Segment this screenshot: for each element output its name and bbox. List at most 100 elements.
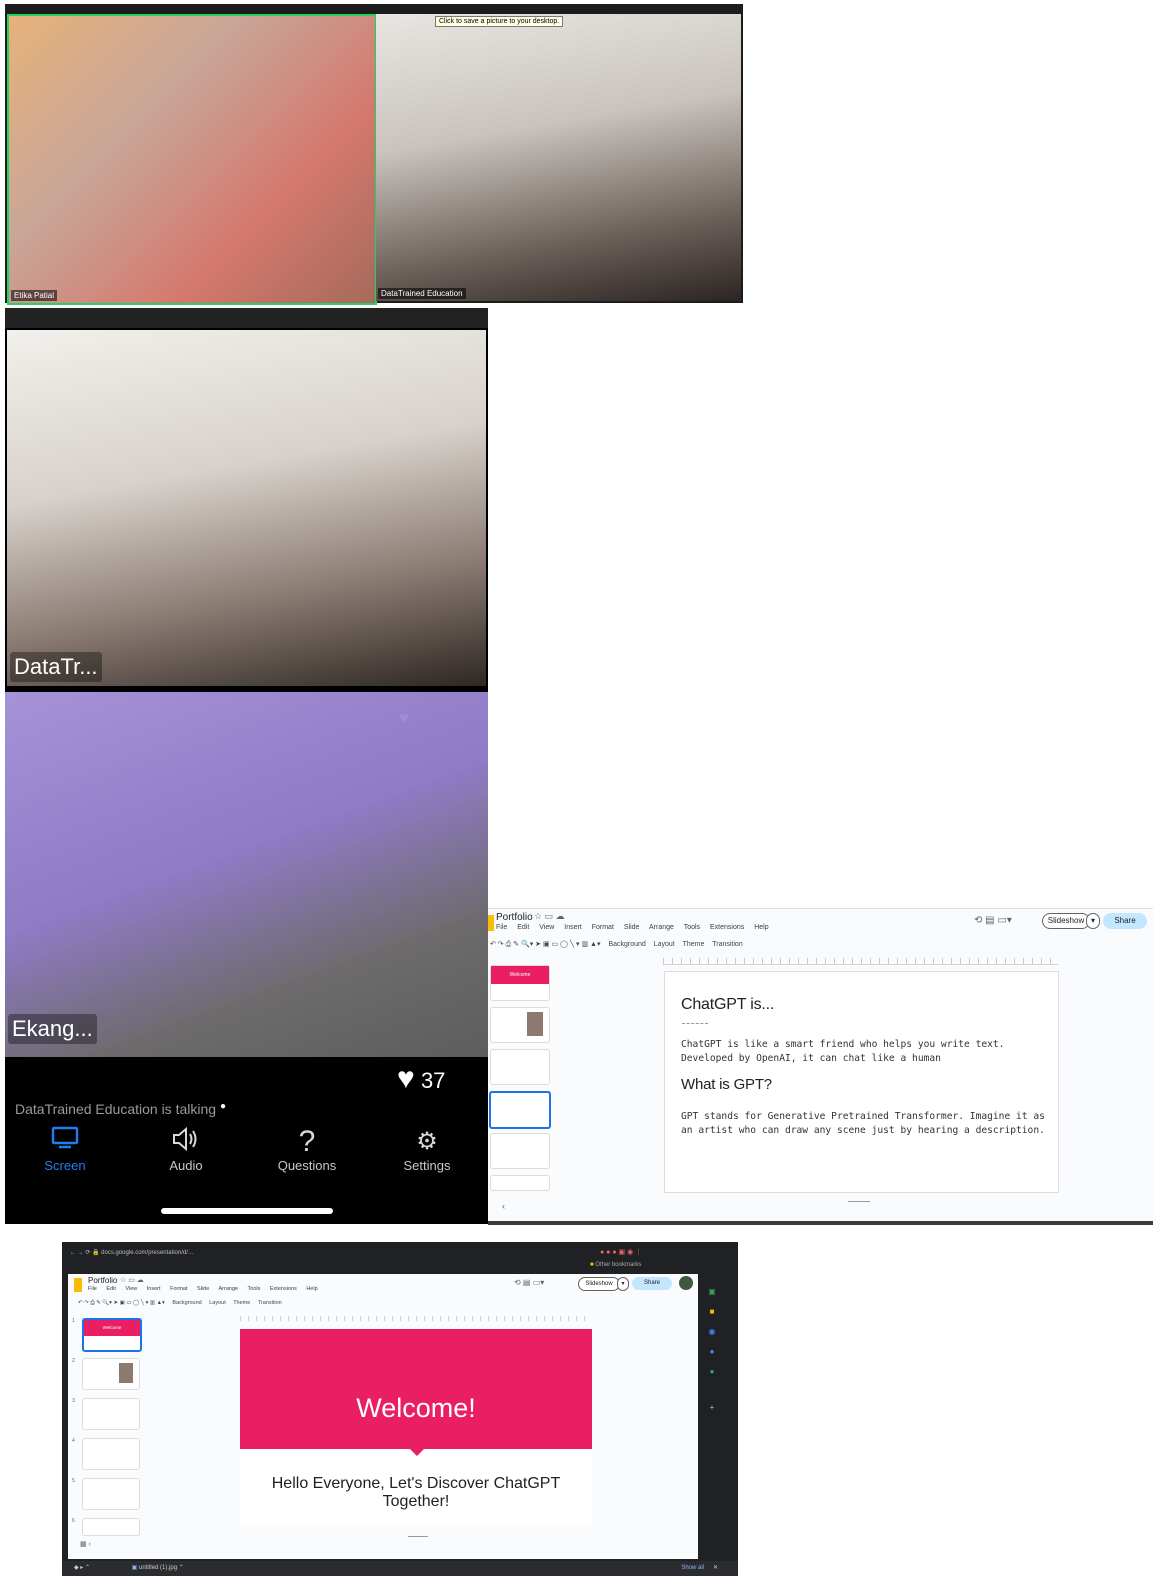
toolbar-theme[interactable]: Theme	[233, 1300, 250, 1306]
menu-extensions[interactable]: Extensions	[270, 1286, 297, 1292]
tab-screen[interactable]: Screen	[20, 1126, 110, 1173]
speaker-notes-handle[interactable]	[848, 1201, 870, 1202]
keep-icon[interactable]: ■	[702, 1302, 722, 1322]
slide-thumbnail[interactable]	[82, 1478, 140, 1510]
slide-thumbnail[interactable]	[82, 1518, 140, 1536]
share-button[interactable]: Share	[632, 1277, 672, 1290]
menu-bar: File Edit View Insert Format Slide Arran…	[88, 1286, 326, 1292]
menu-tools[interactable]: Tools	[248, 1286, 261, 1292]
history-icon[interactable]: ⟲ ▤ ▭▾	[514, 1278, 544, 1287]
menu-help[interactable]: Help	[754, 924, 768, 931]
tab-settings[interactable]: ⚙ Settings	[382, 1126, 472, 1173]
menu-file[interactable]: File	[88, 1286, 97, 1292]
slideshow-button[interactable]: Slideshow	[1042, 913, 1090, 929]
menu-slide[interactable]: Slide	[624, 924, 640, 931]
toolbar-background[interactable]: Background	[172, 1300, 201, 1306]
slide-thumbnail[interactable]	[490, 1175, 550, 1191]
slideshow-dropdown[interactable]: ▾	[1086, 913, 1100, 929]
menu-help[interactable]: Help	[306, 1286, 317, 1292]
download-item-2[interactable]: untitled (1).jpg	[139, 1565, 177, 1571]
add-icon[interactable]: +	[702, 1398, 722, 1418]
star-icon[interactable]: ☆ ▭ ☁	[120, 1276, 144, 1284]
slide-thumbnail[interactable]	[82, 1398, 140, 1430]
slide-subheading[interactable]: What is GPT?	[681, 1076, 772, 1093]
slide-canvas[interactable]: ChatGPT is... ChatGPT is like a smart fr…	[664, 971, 1059, 1193]
undo-icon[interactable]: ↶ ↷ ⎙ ✎ 🔍▾ ➤ ▣ ▭ ◯ ╲ ▾ ▥ ▲▾	[78, 1300, 165, 1306]
video-tile-datatrained[interactable]: DataTrained Education	[376, 14, 741, 301]
toolbar-background[interactable]: Background	[608, 941, 645, 948]
star-icon[interactable]: ☆ ▭ ☁	[534, 911, 565, 922]
tab-questions[interactable]: ? Questions	[262, 1126, 352, 1174]
menu-edit[interactable]: Edit	[106, 1286, 115, 1292]
like-button[interactable]: ♥ 37	[397, 1062, 445, 1096]
slide-thumbnail[interactable]	[490, 1133, 550, 1169]
video-tile-etika[interactable]: Etika Patial	[7, 14, 377, 305]
slideshow-dropdown[interactable]: ▾	[617, 1277, 629, 1291]
tasks-icon[interactable]: ◉	[702, 1322, 722, 1342]
slide-subtitle[interactable]: Hello Everyone, Let's Discover ChatGPT T…	[240, 1475, 592, 1511]
contacts-icon[interactable]: ●	[702, 1342, 722, 1362]
slide-thumbnail[interactable]	[82, 1358, 140, 1390]
speaker-notes-handle[interactable]	[408, 1536, 428, 1537]
title-pointer	[409, 1448, 425, 1456]
speaker-video[interactable]: DataTr...	[7, 330, 486, 686]
slide-paragraph-1[interactable]: ChatGPT is like a smart friend who helps…	[681, 1038, 1031, 1066]
menu-arrange[interactable]: Arrange	[649, 924, 674, 931]
browser-extensions: ● ● ● ▣ ◉ ⋮	[600, 1249, 643, 1256]
slide-thumbnail-selected[interactable]	[489, 1091, 551, 1129]
close-icon[interactable]: ✕	[713, 1561, 718, 1576]
dot-icon: ●	[219, 1101, 226, 1112]
slide-paragraph-2[interactable]: GPT stands for Generative Pretrained Tra…	[681, 1110, 1047, 1138]
slide-heading[interactable]: ChatGPT is...	[681, 996, 774, 1014]
menu-extensions[interactable]: Extensions	[710, 924, 744, 931]
menu-insert[interactable]: Insert	[564, 924, 582, 931]
grid-view-icon[interactable]: ▦ ‹	[80, 1540, 91, 1548]
tab-audio[interactable]: Audio	[141, 1126, 231, 1173]
bookmarks-bar: ■ Other bookmarks	[70, 1262, 730, 1272]
address-bar[interactable]: ← → ⟳ 🔒 docs.google.com/presentation/d/…	[70, 1249, 590, 1259]
collapse-icon[interactable]: ‹	[502, 1201, 505, 1211]
menu-format[interactable]: Format	[170, 1286, 187, 1292]
menu-view[interactable]: View	[125, 1286, 137, 1292]
slides-editor-large: Portfolio ☆ ▭ ☁ File Edit View Insert Fo…	[68, 1274, 698, 1559]
menu-tools[interactable]: Tools	[684, 924, 700, 931]
slide-title[interactable]: Welcome!	[240, 1393, 592, 1424]
menu-arrange[interactable]: Arrange	[219, 1286, 239, 1292]
maps-icon[interactable]: ●	[702, 1362, 722, 1382]
slide-thumbnail-selected[interactable]: Welcome	[82, 1318, 142, 1352]
slide-thumbnail[interactable]	[82, 1438, 140, 1470]
toolbar-transition[interactable]: Transition	[712, 941, 742, 948]
other-bookmarks[interactable]: Other bookmarks	[595, 1262, 641, 1268]
toolbar-transition[interactable]: Transition	[258, 1300, 282, 1306]
menu-slide[interactable]: Slide	[197, 1286, 209, 1292]
slide-canvas[interactable]: Welcome! Hello Everyone, Let's Discover …	[240, 1329, 592, 1527]
gear-icon: ⚙	[416, 1128, 438, 1155]
menu-format[interactable]: Format	[592, 924, 614, 931]
download-menu-icon[interactable]: ⌃	[179, 1565, 184, 1571]
calendar-icon[interactable]: ▣	[702, 1282, 722, 1302]
slideshow-button[interactable]: Slideshow	[578, 1277, 620, 1291]
menu-insert[interactable]: Insert	[147, 1286, 161, 1292]
self-video[interactable]: ♥ Ekang...	[5, 692, 488, 1057]
title-band: Welcome!	[240, 1329, 592, 1449]
menu-view[interactable]: View	[539, 924, 554, 931]
slide-thumbnail[interactable]	[490, 1007, 550, 1043]
download-item-1[interactable]: ◆ ▸ ⌃	[74, 1565, 90, 1571]
menu-file[interactable]: File	[496, 924, 507, 931]
share-button[interactable]: Share	[1103, 913, 1147, 929]
toolbar-layout[interactable]: Layout	[654, 941, 675, 948]
show-all-downloads[interactable]: Show all	[681, 1561, 704, 1576]
menu-edit[interactable]: Edit	[517, 924, 529, 931]
history-icon[interactable]: ⟲ ▤ ▭▾	[974, 915, 1012, 926]
ruler	[240, 1316, 592, 1321]
undo-icon[interactable]: ↶ ↷ ⎙ ✎ 🔍▾ ➤ ▣ ▭ ◯ ╲ ▾ ▥ ▲▾	[490, 941, 600, 948]
mobile-top-bar	[5, 308, 488, 328]
avatar[interactable]	[679, 1276, 693, 1290]
slides-logo	[74, 1278, 82, 1292]
toolbar-theme[interactable]: Theme	[683, 941, 705, 948]
doc-title[interactable]: Portfolio	[88, 1276, 117, 1285]
slide-thumbnail[interactable]: Welcome	[490, 965, 550, 1001]
toolbar-layout[interactable]: Layout	[209, 1300, 226, 1306]
slide-thumbnail[interactable]	[490, 1049, 550, 1085]
doc-title[interactable]: Portfolio	[496, 912, 533, 923]
